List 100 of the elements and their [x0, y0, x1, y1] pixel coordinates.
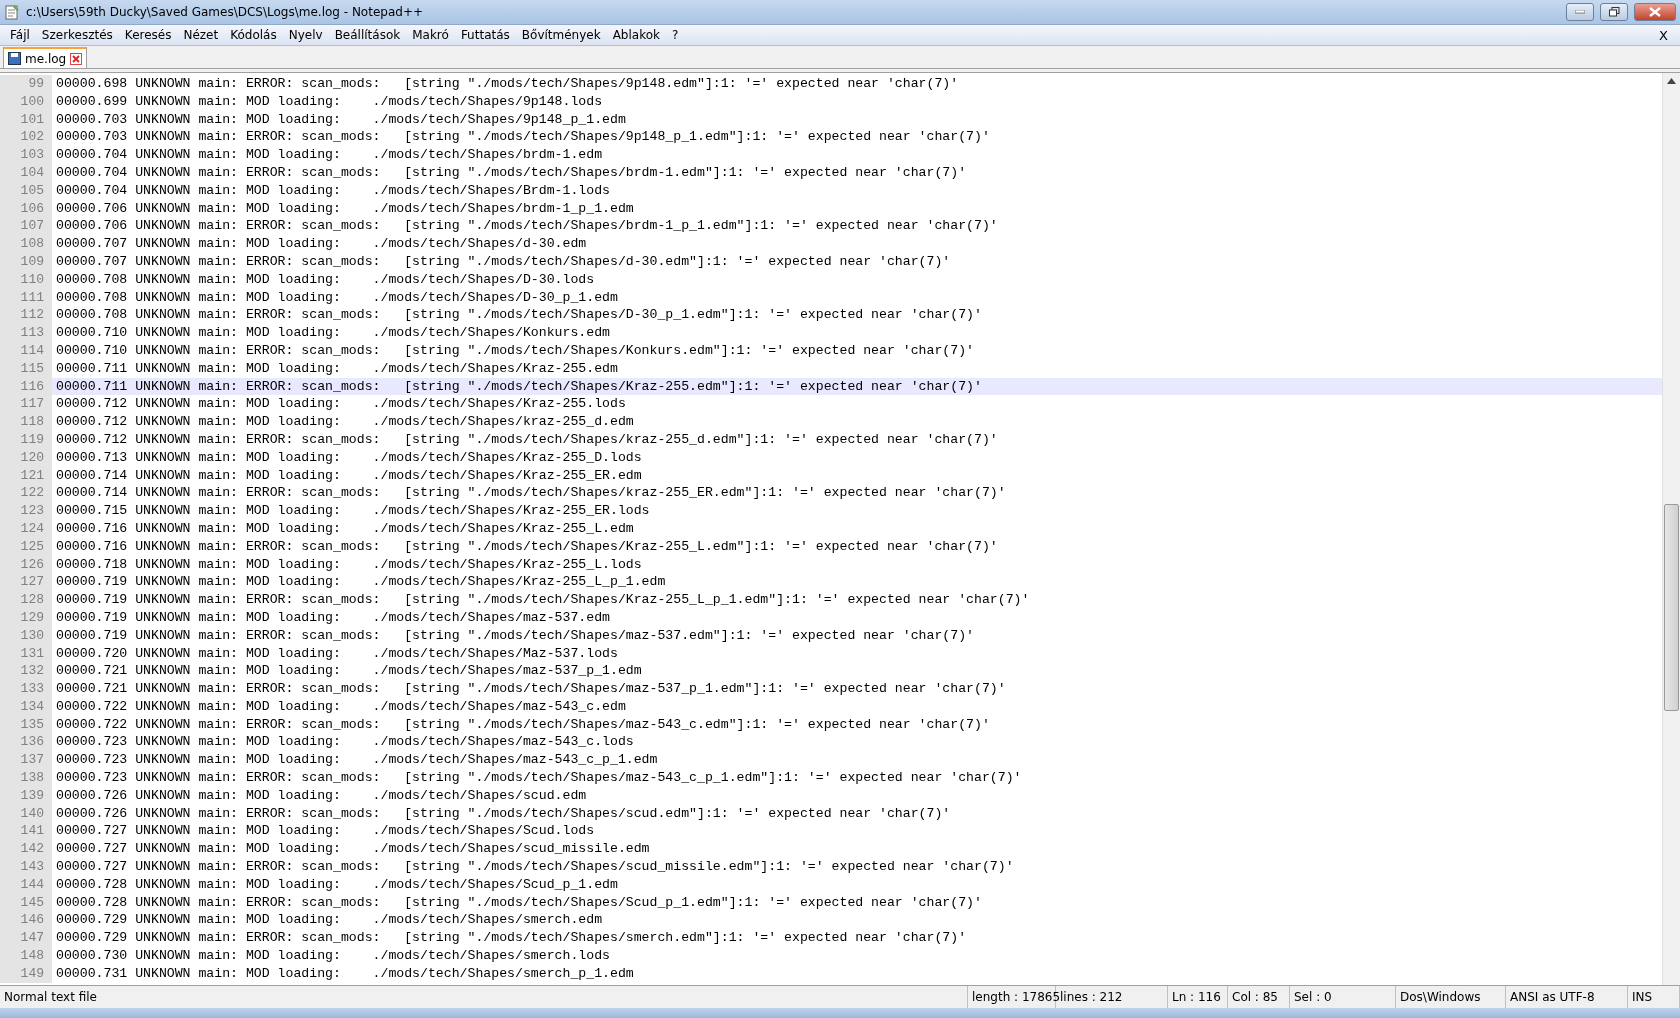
code-line: 00000.719 UNKNOWN main: ERROR: scan_mods: [string "./mods/tech/Shapes/maz-537.edm"]:1: '=' expected near 'char(7)': [55, 626, 974, 645]
line-number: 133: [0, 680, 52, 698]
code-line: 00000.708 UNKNOWN main: MOD loading: ./mods/tech/Shapes/D-30.lods: [55, 270, 595, 289]
code-line: 00000.718 UNKNOWN main: MOD loading: ./mods/tech/Shapes/Kraz-255_L.lods: [55, 555, 642, 574]
code-line: 00000.711 UNKNOWN main: ERROR: scan_mods: [string "./mods/tech/Shapes/Kraz-255.edm"]:1: '=' expected near 'char(7)': [55, 377, 982, 396]
line-number: 107: [0, 217, 52, 236]
line-number: 99: [0, 75, 52, 93]
code-line: 00000.704 UNKNOWN main: MOD loading: ./mods/tech/Shapes/Brdm-1.lods: [55, 181, 610, 200]
code-line: 00000.727 UNKNOWN main: MOD loading: ./mods/tech/Shapes/scud_missile.edm: [55, 840, 650, 859]
code-line: 00000.723 UNKNOWN main: MOD loading: ./mods/tech/Shapes/maz-543_c.lods: [55, 733, 634, 752]
menu-item[interactable]: Ablakok: [606, 28, 666, 42]
window-title: c:\Users\59th Ducky\Saved Games\DCS\Logs\me.log - Notepad++: [26, 5, 424, 19]
code-line: 00000.714 UNKNOWN main: ERROR: scan_mods: [string "./mods/tech/Shapes/kraz-255_ER.edm"]:1: '=' expected near 'char(7)': [55, 484, 1006, 503]
menu-item[interactable]: ?: [665, 28, 685, 42]
line-number: 138: [0, 769, 52, 787]
menu-item[interactable]: Kódolás: [224, 28, 283, 42]
code-line: 00000.722 UNKNOWN main: MOD loading: ./mods/tech/Shapes/maz-543_c.edm: [55, 697, 626, 716]
code-line: 00000.727 UNKNOWN main: ERROR: scan_mods: [string "./mods/tech/Shapes/scud_missile.edm"]:1: '=' expected near 'char(7)': [55, 858, 1014, 876]
code-line: 00000.728 UNKNOWN main: MOD loading: ./mods/tech/Shapes/Scud_p_1.edm: [55, 875, 618, 894]
menu-item[interactable]: Fájl: [4, 28, 36, 42]
line-number: 113: [0, 324, 52, 342]
code-line: 00000.723 UNKNOWN main: MOD loading: ./mods/tech/Shapes/maz-543_c_p_1.edm: [55, 751, 658, 770]
line-number: 128: [0, 591, 52, 609]
code-line: 00000.711 UNKNOWN main: MOD loading: ./mods/tech/Shapes/Kraz-255.edm: [55, 359, 618, 378]
menu-item[interactable]: Szerkesztés: [35, 28, 119, 42]
code-line: 00000.707 UNKNOWN main: ERROR: scan_mods: [string "./mods/tech/Shapes/d-30.edm"]:1: '=' expected near 'char(7)': [55, 252, 951, 271]
code-line: 00000.707 UNKNOWN main: MOD loading: ./mods/tech/Shapes/d-30.edm: [55, 235, 587, 253]
code-line: 00000.726 UNKNOWN main: ERROR: scan_mods: [string "./mods/tech/Shapes/scud.edm"]:1: '=' expected near 'char(7)': [55, 804, 951, 823]
line-number: 142: [0, 840, 52, 859]
code-line: 00000.703 UNKNOWN main: ERROR: scan_mods: [string "./mods/tech/Shapes/9p148_p_1.edm"]:1: '=' expected near 'char(7)': [55, 128, 990, 147]
line-number: 132: [0, 662, 52, 681]
code-line: 00000.726 UNKNOWN main: MOD loading: ./mods/tech/Shapes/scud.edm: [55, 786, 587, 805]
close-button[interactable]: [1634, 3, 1676, 21]
code-line: 00000.714 UNKNOWN main: MOD loading: ./mods/tech/Shapes/Kraz-255_ER.edm: [55, 466, 642, 485]
code-line: 00000.699 UNKNOWN main: MOD loading: ./mods/tech/Shapes/9p148.lods: [55, 92, 603, 111]
close-document-button[interactable]: X: [1651, 27, 1676, 43]
line-number: 122: [0, 484, 52, 503]
code-line: 00000.698 UNKNOWN main: ERROR: scan_mods: [string "./mods/tech/Shapes/9p148.edm"]:1: '=' expected near 'char(7)': [55, 75, 959, 93]
code-line: 00000.708 UNKNOWN main: ERROR: scan_mods: [string "./mods/tech/Shapes/D-30_p_1.edm"]:1: '=' expected near 'char(7)': [55, 306, 982, 325]
code-line: 00000.715 UNKNOWN main: MOD loading: ./mods/tech/Shapes/Kraz-255_ER.lods: [55, 502, 650, 520]
code-line: 00000.721 UNKNOWN main: ERROR: scan_mods: [string "./mods/tech/Shapes/maz-537_p_1.edm"]:1: '=' expected near 'char(7)': [55, 680, 1006, 698]
code-line: 00000.704 UNKNOWN main: ERROR: scan_mods: [string "./mods/tech/Shapes/brdm-1.edm"]:1: '=' expected near 'char(7)': [55, 164, 967, 182]
code-line: 00000.713 UNKNOWN main: MOD loading: ./mods/tech/Shapes/Kraz-255_D.lods: [55, 448, 642, 467]
menu-item[interactable]: Keresés: [118, 28, 178, 42]
line-number: 143: [0, 858, 52, 876]
line-number: 108: [0, 235, 52, 253]
line-number: 146: [0, 911, 52, 930]
line-number: 141: [0, 822, 52, 841]
scroll-up-icon[interactable]: [1667, 78, 1676, 84]
scrollbar[interactable]: [1662, 73, 1680, 985]
line-number: 137: [0, 751, 52, 770]
notepad-icon: [4, 4, 20, 20]
text-editor[interactable]: [0, 72, 1680, 985]
line-number: 117: [0, 395, 52, 414]
close-icon: [1649, 7, 1661, 17]
save-icon: [8, 52, 21, 65]
line-number: 102: [0, 128, 52, 147]
code-line: 00000.731 UNKNOWN main: MOD loading: ./mods/tech/Shapes/smerch_p_1.edm: [55, 964, 634, 983]
code-line: 00000.710 UNKNOWN main: ERROR: scan_mods: [string "./mods/tech/Shapes/Konkurs.edm"]:1: '=' expected near 'char(7)': [55, 341, 974, 360]
code-line: 00000.729 UNKNOWN main: MOD loading: ./mods/tech/Shapes/smerch.edm: [55, 911, 603, 930]
line-number: 103: [0, 146, 52, 164]
menu-item[interactable]: Beállítások: [328, 28, 407, 42]
code-line: 00000.703 UNKNOWN main: MOD loading: ./mods/tech/Shapes/9p148_p_1.edm: [55, 110, 626, 129]
restore-icon: [1608, 7, 1620, 17]
menu-item[interactable]: Nézet: [177, 28, 225, 42]
minimize-icon: [1575, 10, 1585, 14]
code-line: 00000.719 UNKNOWN main: ERROR: scan_mods: [string "./mods/tech/Shapes/Kraz-255_L_p_1.edm"]:1: '=' expected near 'char(7)': [55, 591, 1030, 609]
code-line: 00000.719 UNKNOWN main: MOD loading: ./mods/tech/Shapes/Kraz-255_L_p_1.edm: [55, 573, 666, 592]
code-line: 00000.712 UNKNOWN main: MOD loading: ./mods/tech/Shapes/Kraz-255.lods: [55, 395, 626, 414]
code-line: 00000.712 UNKNOWN main: ERROR: scan_mods: [string "./mods/tech/Shapes/kraz-255_d.edm"]:1: '=' expected near 'char(7)': [55, 430, 998, 449]
code-line: 00000.728 UNKNOWN main: ERROR: scan_mods: [string "./mods/tech/Shapes/Scud_p_1.edm"]:1: '=' expected near 'char(7)': [55, 893, 982, 912]
code-line: 00000.721 UNKNOWN main: MOD loading: ./mods/tech/Shapes/maz-537_p_1.edm: [55, 662, 642, 681]
code-line: 00000.712 UNKNOWN main: MOD loading: ./mods/tech/Shapes/kraz-255_d.edm: [55, 413, 634, 431]
line-number: 147: [0, 929, 52, 948]
code-line: 00000.706 UNKNOWN main: ERROR: scan_mods: [string "./mods/tech/Shapes/brdm-1_p_1.edm"]:1: '=' expected near 'char(7)': [55, 217, 998, 236]
menu-item[interactable]: Nyelv: [282, 28, 329, 42]
code-line: 00000.708 UNKNOWN main: MOD loading: ./mods/tech/Shapes/D-30_p_1.edm: [55, 288, 618, 307]
restore-button[interactable]: [1600, 3, 1628, 21]
scroll-thumb[interactable]: [1664, 504, 1679, 711]
code-line: 00000.722 UNKNOWN main: ERROR: scan_mods: [string "./mods/tech/Shapes/maz-543_c.edm"]:1: '=' expected near 'char(7)': [55, 715, 990, 734]
menu-item[interactable]: Futtatás: [454, 28, 516, 42]
code-line: 00000.704 UNKNOWN main: MOD loading: ./mods/tech/Shapes/brdm-1.edm: [55, 146, 603, 164]
line-number: 123: [0, 502, 52, 520]
code-line: 00000.730 UNKNOWN main: MOD loading: ./mods/tech/Shapes/smerch.lods: [55, 947, 610, 965]
code-line: 00000.719 UNKNOWN main: MOD loading: ./mods/tech/Shapes/maz-537.edm: [55, 608, 610, 627]
code-line: 00000.720 UNKNOWN main: MOD loading: ./mods/tech/Shapes/Maz-537.lods: [55, 644, 618, 663]
code-line: 00000.727 UNKNOWN main: MOD loading: ./mods/tech/Shapes/Scud.lods: [55, 822, 595, 841]
file-tab[interactable]: me.log: [3, 47, 88, 68]
line-number: 118: [0, 413, 52, 431]
line-number: 127: [0, 573, 52, 592]
code-line: 00000.716 UNKNOWN main: ERROR: scan_mods: [string "./mods/tech/Shapes/Kraz-255_L.edm"]:1: '=' expected near 'char(7)': [55, 537, 998, 556]
line-number: 136: [0, 733, 52, 752]
code-line: 00000.729 UNKNOWN main: ERROR: scan_mods: [string "./mods/tech/Shapes/smerch.edm"]:1: '=' expected near 'char(7)': [55, 929, 967, 948]
minimize-button[interactable]: [1566, 3, 1594, 21]
line-number: 112: [0, 306, 52, 325]
menu-item[interactable]: Makró: [406, 28, 455, 42]
close-icon[interactable]: [70, 52, 83, 65]
menu-item[interactable]: Bővítmények: [515, 28, 607, 42]
code-line: 00000.710 UNKNOWN main: MOD loading: ./mods/tech/Shapes/Konkurs.edm: [55, 324, 610, 342]
line-number: 148: [0, 947, 52, 965]
